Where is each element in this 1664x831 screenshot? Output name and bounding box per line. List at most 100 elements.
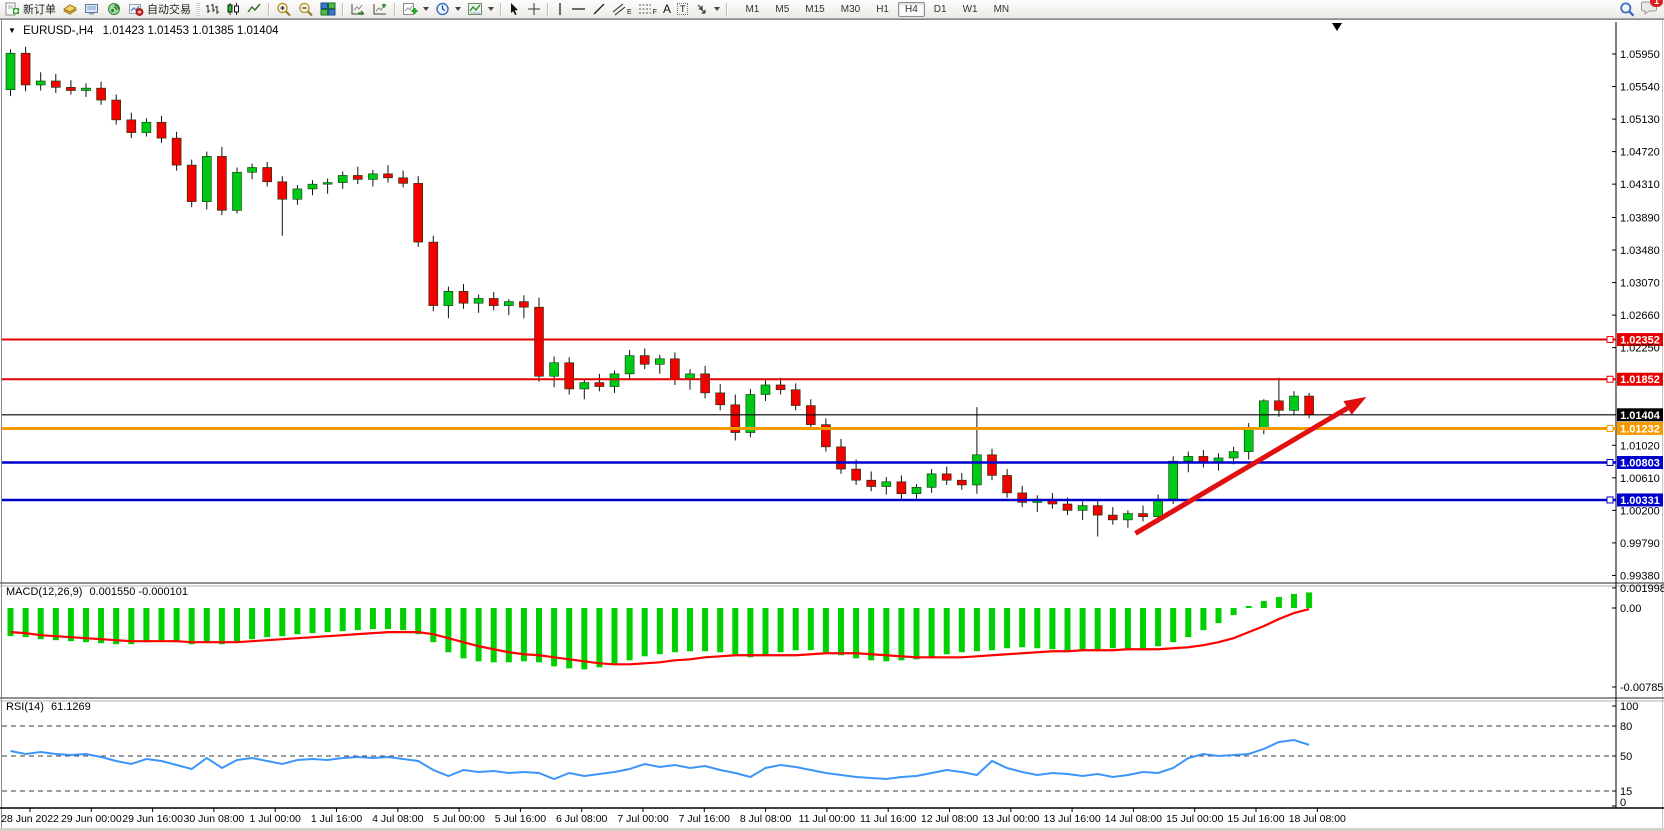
rsi-tick-label: 80 [1620, 721, 1632, 733]
macd-histogram-bar [657, 608, 663, 654]
macd-histogram-bar [1276, 597, 1282, 608]
date-tick-label: 28 Jun 2022 [1, 813, 59, 825]
tile-windows-icon [320, 2, 336, 16]
trendline-tool-button[interactable] [589, 1, 609, 18]
candle-down [1093, 506, 1102, 516]
auto-scroll-button[interactable] [347, 1, 369, 18]
bar-chart-mode-button[interactable] [202, 1, 223, 18]
text-tool-letter: A [663, 2, 671, 16]
line-handle[interactable] [1607, 376, 1613, 382]
collapse-chart-icon[interactable]: ▼ [8, 26, 16, 35]
line-chart-mode-button[interactable] [244, 1, 265, 18]
toolbar-separator [500, 3, 502, 16]
new-chart-button[interactable] [399, 1, 432, 18]
date-tick-label: 1 Jul 00:00 [250, 813, 302, 825]
macd-histogram-bar [506, 608, 512, 662]
date-tick-label: 1 Jul 16:00 [311, 813, 363, 825]
gold-book-icon [62, 2, 78, 16]
fibonacci-tool-button[interactable]: F [635, 1, 660, 18]
date-tick-label: 18 Jul 08:00 [1289, 813, 1346, 825]
templates-button[interactable] [464, 1, 497, 18]
new-order-button[interactable]: 新订单 [2, 1, 59, 18]
new-order-icon [5, 2, 20, 16]
chart-shift-button[interactable] [369, 1, 391, 18]
trend-arrow-head[interactable] [1343, 397, 1366, 415]
candle-up [1123, 514, 1132, 520]
macd-histogram-bar [264, 608, 270, 637]
label-tool-button[interactable]: T [674, 1, 692, 18]
auto-trading-button[interactable]: 自动交易 [125, 1, 194, 18]
market-watch-button[interactable] [59, 1, 81, 18]
price-tick-label: 1.04310 [1620, 179, 1660, 191]
macd-histogram-bar [914, 608, 920, 659]
macd-histogram-bar [445, 608, 451, 652]
macd-series [8, 592, 1313, 669]
candle-up [550, 363, 559, 376]
trend-arrow-object[interactable] [1135, 408, 1347, 533]
price-line-label-text: 1.01232 [1620, 423, 1660, 435]
macd-histogram-bar [370, 608, 376, 629]
zoom-in-button[interactable] [273, 1, 295, 18]
candle-down [127, 120, 136, 133]
tile-windows-button[interactable] [317, 1, 339, 18]
candle-up [338, 175, 347, 182]
macd-histogram-bar [1095, 608, 1101, 649]
zoom-in-icon [276, 2, 292, 17]
signals-button[interactable] [103, 1, 125, 18]
timeframe-M15[interactable]: M15 [798, 2, 831, 17]
macd-histogram-bar [793, 608, 799, 650]
candle-up [972, 455, 981, 485]
line-handle[interactable] [1607, 459, 1613, 465]
line-handle[interactable] [1607, 337, 1613, 343]
macd-histogram-bar [113, 608, 119, 644]
date-tick-label: 29 Jun 00:00 [61, 813, 122, 825]
date-tick-label: 6 Jul 08:00 [556, 813, 608, 825]
candle-down [1274, 401, 1283, 411]
timeframe-M30[interactable]: M30 [834, 2, 867, 17]
periodicity-button[interactable] [432, 1, 464, 18]
line-handle[interactable] [1607, 425, 1613, 431]
vertical-line-tool-button[interactable] [552, 1, 568, 18]
timeframe-D1[interactable]: D1 [927, 2, 954, 17]
zoom-out-icon [298, 2, 314, 17]
candlestick-mode-button[interactable] [223, 1, 244, 18]
chart-title: ▼ EURUSD-,H4 1.01423 1.01453 1.01385 1.0… [8, 25, 279, 37]
timeframe-M1[interactable]: M1 [738, 2, 766, 17]
candle-up [580, 383, 589, 389]
periodicity-caret [455, 7, 461, 11]
line-handle[interactable] [1607, 497, 1613, 503]
macd-histogram-bar [325, 608, 331, 632]
timeframe-MN[interactable]: MN [987, 2, 1017, 17]
channel-tool-button[interactable]: E [609, 1, 635, 18]
cursor-tool-button[interactable] [505, 1, 524, 18]
chart-canvas[interactable]: 1.023521.018521.012321.008031.003311.014… [0, 0, 1664, 831]
zoom-out-button[interactable] [295, 1, 317, 18]
date-tick-label: 13 Jul 00:00 [982, 813, 1039, 825]
notifications-button[interactable]: 1 [1641, 0, 1658, 18]
date-tick-label: 4 Jul 08:00 [372, 813, 424, 825]
terminal-button[interactable] [81, 1, 103, 18]
macd-histogram-bar [747, 608, 753, 657]
timeframe-H4[interactable]: H4 [898, 2, 925, 17]
crosshair-tool-button[interactable] [524, 1, 544, 18]
price-line-label-text: 1.01852 [1620, 374, 1660, 386]
macd-histogram-bar [959, 608, 965, 652]
macd-histogram-bar [1004, 608, 1010, 648]
horizontal-line-tool-button[interactable] [568, 1, 589, 18]
timeframe-H1[interactable]: H1 [869, 2, 896, 17]
toolbar-separator [547, 3, 549, 16]
arrows-tool-button[interactable] [691, 1, 723, 18]
chart-shift-icon [372, 2, 388, 16]
arrows-caret [714, 7, 720, 11]
timeframe-W1[interactable]: W1 [956, 2, 985, 17]
bar-chart-icon [205, 2, 220, 16]
candle-down [988, 455, 997, 476]
auto-trading-label: 自动交易 [147, 1, 191, 17]
text-tool-button[interactable]: A [660, 1, 674, 18]
timeframe-M5[interactable]: M5 [768, 2, 796, 17]
candlestick-icon [226, 2, 241, 16]
date-tick-label: 11 Jul 00:00 [799, 813, 856, 825]
candle-up [82, 88, 91, 90]
candle-up [36, 81, 45, 85]
search-icon[interactable] [1619, 2, 1635, 17]
